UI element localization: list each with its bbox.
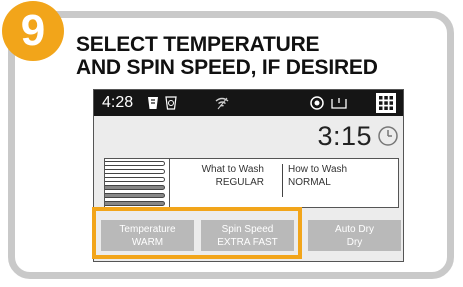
heading-line-2: AND SPIN SPEED, IF DESIRED bbox=[76, 56, 378, 79]
menu-grid-icon[interactable] bbox=[376, 93, 396, 113]
time-remaining: 3:15 bbox=[317, 121, 372, 151]
how-to-wash-label: How to Wash bbox=[288, 164, 348, 175]
temperature-spin-highlight bbox=[92, 207, 302, 259]
what-to-wash-value: REGULAR bbox=[215, 177, 264, 188]
auto-dry-label: Auto Dry bbox=[335, 224, 374, 235]
stripe bbox=[105, 177, 165, 182]
what-to-wash-label: What to Wash bbox=[201, 164, 264, 175]
time-remaining-area: 3:15 bbox=[94, 116, 403, 152]
door-lock-icon bbox=[331, 98, 347, 109]
auto-dry-button[interactable]: Auto Dry Dry bbox=[308, 220, 401, 251]
remote-start-icon bbox=[310, 96, 324, 110]
auto-dry-value: Dry bbox=[346, 237, 363, 248]
stripe bbox=[105, 169, 165, 174]
wifi-icon[interactable] bbox=[214, 95, 230, 111]
how-to-wash-value: NORMAL bbox=[288, 177, 331, 188]
status-clock: 4:28 bbox=[102, 94, 134, 111]
step-number-badge: 9 bbox=[2, 1, 64, 61]
softener-icon bbox=[165, 96, 177, 110]
stripe bbox=[105, 185, 165, 190]
stripe bbox=[105, 161, 165, 166]
stripe bbox=[105, 193, 165, 198]
cycle-indicator-stripes bbox=[105, 159, 170, 207]
heading-line-1: SELECT TEMPERATURE bbox=[76, 33, 320, 56]
clock-timer-icon[interactable] bbox=[377, 125, 399, 147]
instruction-heading: SELECT TEMPERATURE AND SPIN SPEED, IF DE… bbox=[76, 33, 436, 79]
cycle-selector[interactable]: What to Wash REGULAR How to Wash NORMAL bbox=[104, 158, 399, 208]
detergent-icon bbox=[148, 97, 158, 109]
stripe bbox=[105, 201, 165, 206]
cycle-divider bbox=[282, 164, 283, 197]
status-bar: 4:28 bbox=[94, 90, 403, 116]
